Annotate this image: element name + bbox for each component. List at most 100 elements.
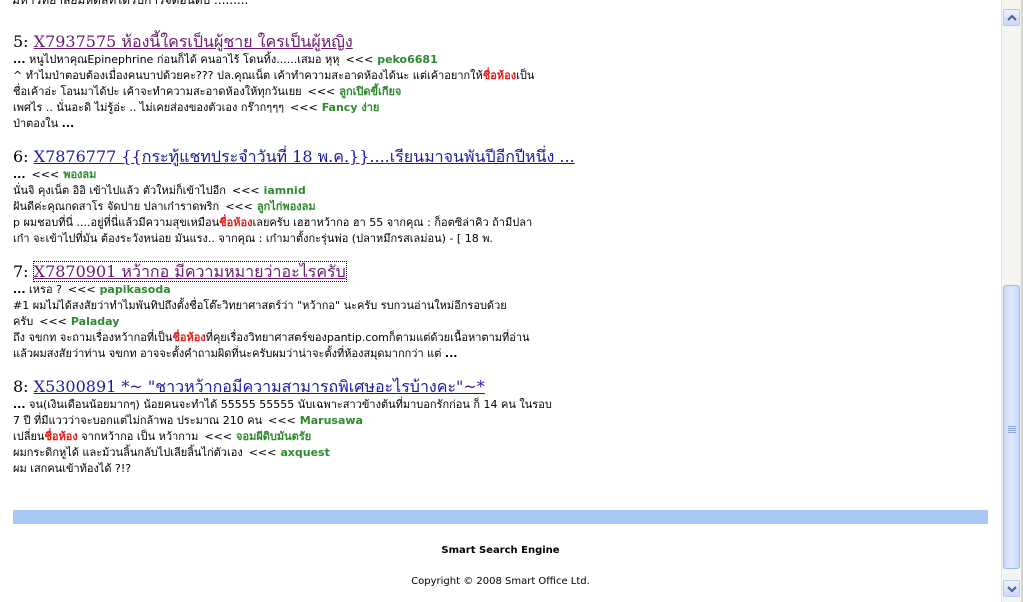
username[interactable]: axquest [280, 446, 330, 459]
footer-divider-bar [13, 510, 988, 524]
footer-copyright: Copyright © 2008 Smart Office Ltd. [411, 576, 590, 587]
vertical-scrollbar[interactable] [1001, 0, 1022, 602]
ellipsis: ... [13, 53, 26, 66]
snippet-line: ถึง จขกท จะถามเรื่องหว้ากอที่เป็นชื่อห้อ… [13, 330, 993, 346]
result-link[interactable]: X7870901 หว้ากอ มีความหมายว่าอะไรครับ [32, 261, 347, 282]
username[interactable]: ลูกเปิดขี้เกียจ [339, 85, 401, 98]
ellipsis: ... [444, 347, 458, 360]
snippet-text: ครับ [13, 315, 34, 328]
snippet-text: p ผมชอบที่นี่ ....อยู่ที่นี่แล้วมีความสุ… [13, 216, 220, 229]
reply-arrow: <<< [231, 184, 260, 197]
snippet-text: เพศไร .. นั่นอะดิ ไม่รู้อ่ะ .. ไม่เคยส่อ… [13, 101, 285, 114]
username[interactable]: papikasoda [100, 283, 171, 296]
scroll-down-button[interactable] [1003, 580, 1020, 597]
snippet-line: ชื่อเค้าอ่ะ โอนมาได้ปะ เค้าจะทำความสะอาด… [13, 84, 993, 100]
snippet-line: นั่นจิ คุงเน็ต อิอิ เข้าไปแล้ว ตัวใหม่ก็… [13, 183, 993, 199]
result-link[interactable]: X7937575 ห้องนี้ใครเป็นผู้ชาย ใครเป็นผู้… [34, 32, 353, 51]
reply-arrow: <<< [225, 200, 253, 213]
reply-arrow: <<< [204, 430, 233, 443]
username[interactable]: ลูกไก่พองลม [257, 200, 316, 213]
result-title-row: 6: X7876777 {{กระทู้แชทประจำวันที่ 18 พ.… [13, 147, 993, 167]
username[interactable]: พองลม [63, 168, 96, 181]
snippet-text: ฝันดีค่ะคุณกดสาโร จัดปาย ปลาเก๋าราดพริก [13, 200, 220, 213]
reply-arrow: <<< [248, 446, 277, 459]
search-result: 5: X7937575 ห้องนี้ใครเป็นผู้ชาย ใครเป็น… [13, 32, 993, 132]
snippet-line: ครับ <<< Paladay [13, 314, 993, 330]
snippet-text: ที่คุยเรื่องวิทยาศาสตร์ของpantip.comก็ตา… [205, 331, 530, 344]
snippet-text: จน(เงินเดือนน้อยมากๆ) น้อยคนจะทำได้ 5555… [25, 398, 552, 411]
snippet-text: ชื่อเค้าอ่ะ โอนมาได้ปะ เค้าจะทำความสะอาด… [13, 85, 302, 98]
snippet-line: p ผมชอบที่นี่ ....อยู่ที่นี่แล้วมีความสุ… [13, 215, 993, 231]
snippet-line: ผม เสกคนเข้าท้องได้ ?!? [13, 461, 993, 477]
snippet-text: เปลี่ยน [13, 430, 45, 443]
snippet-text: ^ ทำไมป่าตอบต้องเมื่องคนบาปด้วยคะ??? ปล.… [13, 69, 483, 82]
chevron-down-icon [1007, 586, 1017, 593]
snippet-text: #1 ผมไม่ได้สงสัยว่าทำไมพันทิปถึงตั้งชื่อ… [13, 299, 507, 312]
snippet-text: จากหว้ากอ เป็น หว้ากาม [77, 430, 199, 443]
result-link[interactable]: X5300891 *~ "ชาวหว้ากอมีความสามารถพิเศษอ… [34, 377, 485, 396]
snippet-line: #1 ผมไม่ได้สงสัยว่าทำไมพันทิปถึงตั้งชื่อ… [13, 298, 993, 314]
snippet-line: เพศไร .. นั่นอะดิ ไม่รู้อ่ะ .. ไม่เคยส่อ… [13, 100, 993, 116]
snippet-text: แล้วผมสงสัยว่าท่าน จขกท อาจจะตั้งคำถามผิ… [13, 347, 445, 360]
reply-arrow: <<< [31, 168, 60, 181]
snippet-line: 7 ปี ที่มีแววว่าจะบอกแต่ไม่กล้าพอ ประมาณ… [13, 413, 993, 429]
reply-arrow: <<< [307, 85, 336, 98]
result-link[interactable]: X7876777 {{กระทู้แชทประจำวันที่ 18 พ.ค.}… [34, 147, 575, 166]
snippet-line: ... เหรอ ? <<< papikasoda [13, 282, 993, 298]
search-result: 7: X7870901 หว้ากอ มีความหมายว่าอะไรครับ… [13, 261, 993, 362]
snippet-line: เปลี่ยนชื่อห้อง จากหว้ากอ เป็น หว้ากาม <<… [13, 429, 993, 445]
snippet-line: เก๋า จะเข้าไปที่มัน ต้องระวังหน่อย มันแร… [13, 231, 993, 247]
snippet-text: ผม เสกคนเข้าท้องได้ ?!? [13, 462, 132, 475]
reply-arrow: <<< [268, 414, 296, 427]
search-result: 6: X7876777 {{กระทู้แชทประจำวันที่ 18 พ.… [13, 147, 993, 247]
ellipsis: ... [61, 117, 75, 130]
result-title-row: 7: X7870901 หว้ากอ มีความหมายว่าอะไรครับ [13, 261, 993, 282]
result-number: 5: [13, 32, 29, 51]
snippet-line: แล้วผมสงสัยว่าท่าน จขกท อาจจะตั้งคำถามผิ… [13, 346, 993, 362]
highlight-keyword: ชื่อห้อง [482, 69, 517, 82]
username[interactable]: Fancy ง่าย [322, 101, 380, 114]
result-number: 6: [13, 147, 29, 166]
ellipsis: ... [13, 398, 26, 411]
highlight-keyword: ชื่อห้อง [44, 430, 78, 443]
snippet-text: เป็น [516, 69, 535, 82]
reply-arrow: <<< [345, 53, 374, 66]
footer-engine-name: Smart Search Engine [441, 545, 560, 556]
result-number: 7: [13, 262, 29, 281]
scrollbar-thumb[interactable] [1003, 285, 1020, 569]
clipped-previous-line: มหาวิทยาลัยมหิดลที่ได้รับการจัดอันดับ ..… [12, 0, 249, 7]
snippet-line: ป่าตองใน ... [13, 116, 993, 132]
snippet-text: นั่นจิ คุงเน็ต อิอิ เข้าไปแล้ว ตัวใหม่ก็… [13, 184, 226, 197]
reply-arrow: <<< [290, 101, 318, 114]
snippet-line: ... จน(เงินเดือนน้อยมากๆ) น้อยคนจะทำได้ … [13, 397, 993, 413]
scroll-up-button[interactable] [1003, 9, 1020, 26]
snippet-text: ป่าตองใน [13, 117, 62, 130]
snippet-line: ... <<< พองลม [13, 167, 993, 183]
snippet-line: ผมกระดิกหูได้ และม้วนลิ้นกลับไปเลียลิ้นไ… [13, 445, 993, 461]
result-number: 8: [13, 377, 29, 396]
grip-icon [1008, 426, 1016, 434]
result-title-row: 5: X7937575 ห้องนี้ใครเป็นผู้ชาย ใครเป็น… [13, 32, 993, 52]
snippet-text: เก๋า จะเข้าไปที่มัน ต้องระวังหน่อย มันแร… [13, 232, 493, 245]
snippet-text: เลยครับ เฮฮาหว้ากอ ฮา 55 จากคุณ : ก็อตซิ… [252, 216, 533, 229]
ellipsis: ... [13, 283, 26, 296]
username[interactable]: จอมผีดิบมันตรัย [236, 430, 311, 443]
username[interactable]: Paladay [71, 315, 120, 328]
username[interactable]: Marusawa [300, 414, 363, 427]
highlight-keyword: ชื่อห้อง [172, 331, 206, 344]
username[interactable]: iamnid [264, 184, 306, 197]
search-result: 8: X5300891 *~ "ชาวหว้ากอมีความสามารถพิเ… [13, 377, 993, 477]
snippet-line: ... หนูไปหาคุณEpinephrine ก่อนก็ได้ คนอา… [13, 52, 993, 68]
highlight-keyword: ชื่อห้อง [219, 216, 253, 229]
snippet-line: ^ ทำไมป่าตอบต้องเมื่องคนบาปด้วยคะ??? ปล.… [13, 68, 993, 84]
username[interactable]: peko6681 [377, 53, 438, 66]
reply-arrow: <<< [39, 315, 67, 328]
snippet-line: ฝันดีค่ะคุณกดสาโร จัดปาย ปลาเก๋าราดพริก <… [13, 199, 993, 215]
snippet-text: ผมกระดิกหูได้ และม้วนลิ้นกลับไปเลียลิ้นไ… [13, 446, 243, 459]
snippet-text: เหรอ ? [25, 283, 62, 296]
snippet-text: หนูไปหาคุณEpinephrine ก่อนก็ได้ คนอาไร้ … [25, 53, 340, 66]
snippet-text: ถึง จขกท จะถามเรื่องหว้ากอที่เป็น [13, 331, 173, 344]
reply-arrow: <<< [67, 283, 96, 296]
search-results-page: มหาวิทยาลัยมหิดลที่ได้รับการจัดอันดับ ..… [0, 0, 1001, 602]
ellipsis: ... [13, 168, 26, 181]
